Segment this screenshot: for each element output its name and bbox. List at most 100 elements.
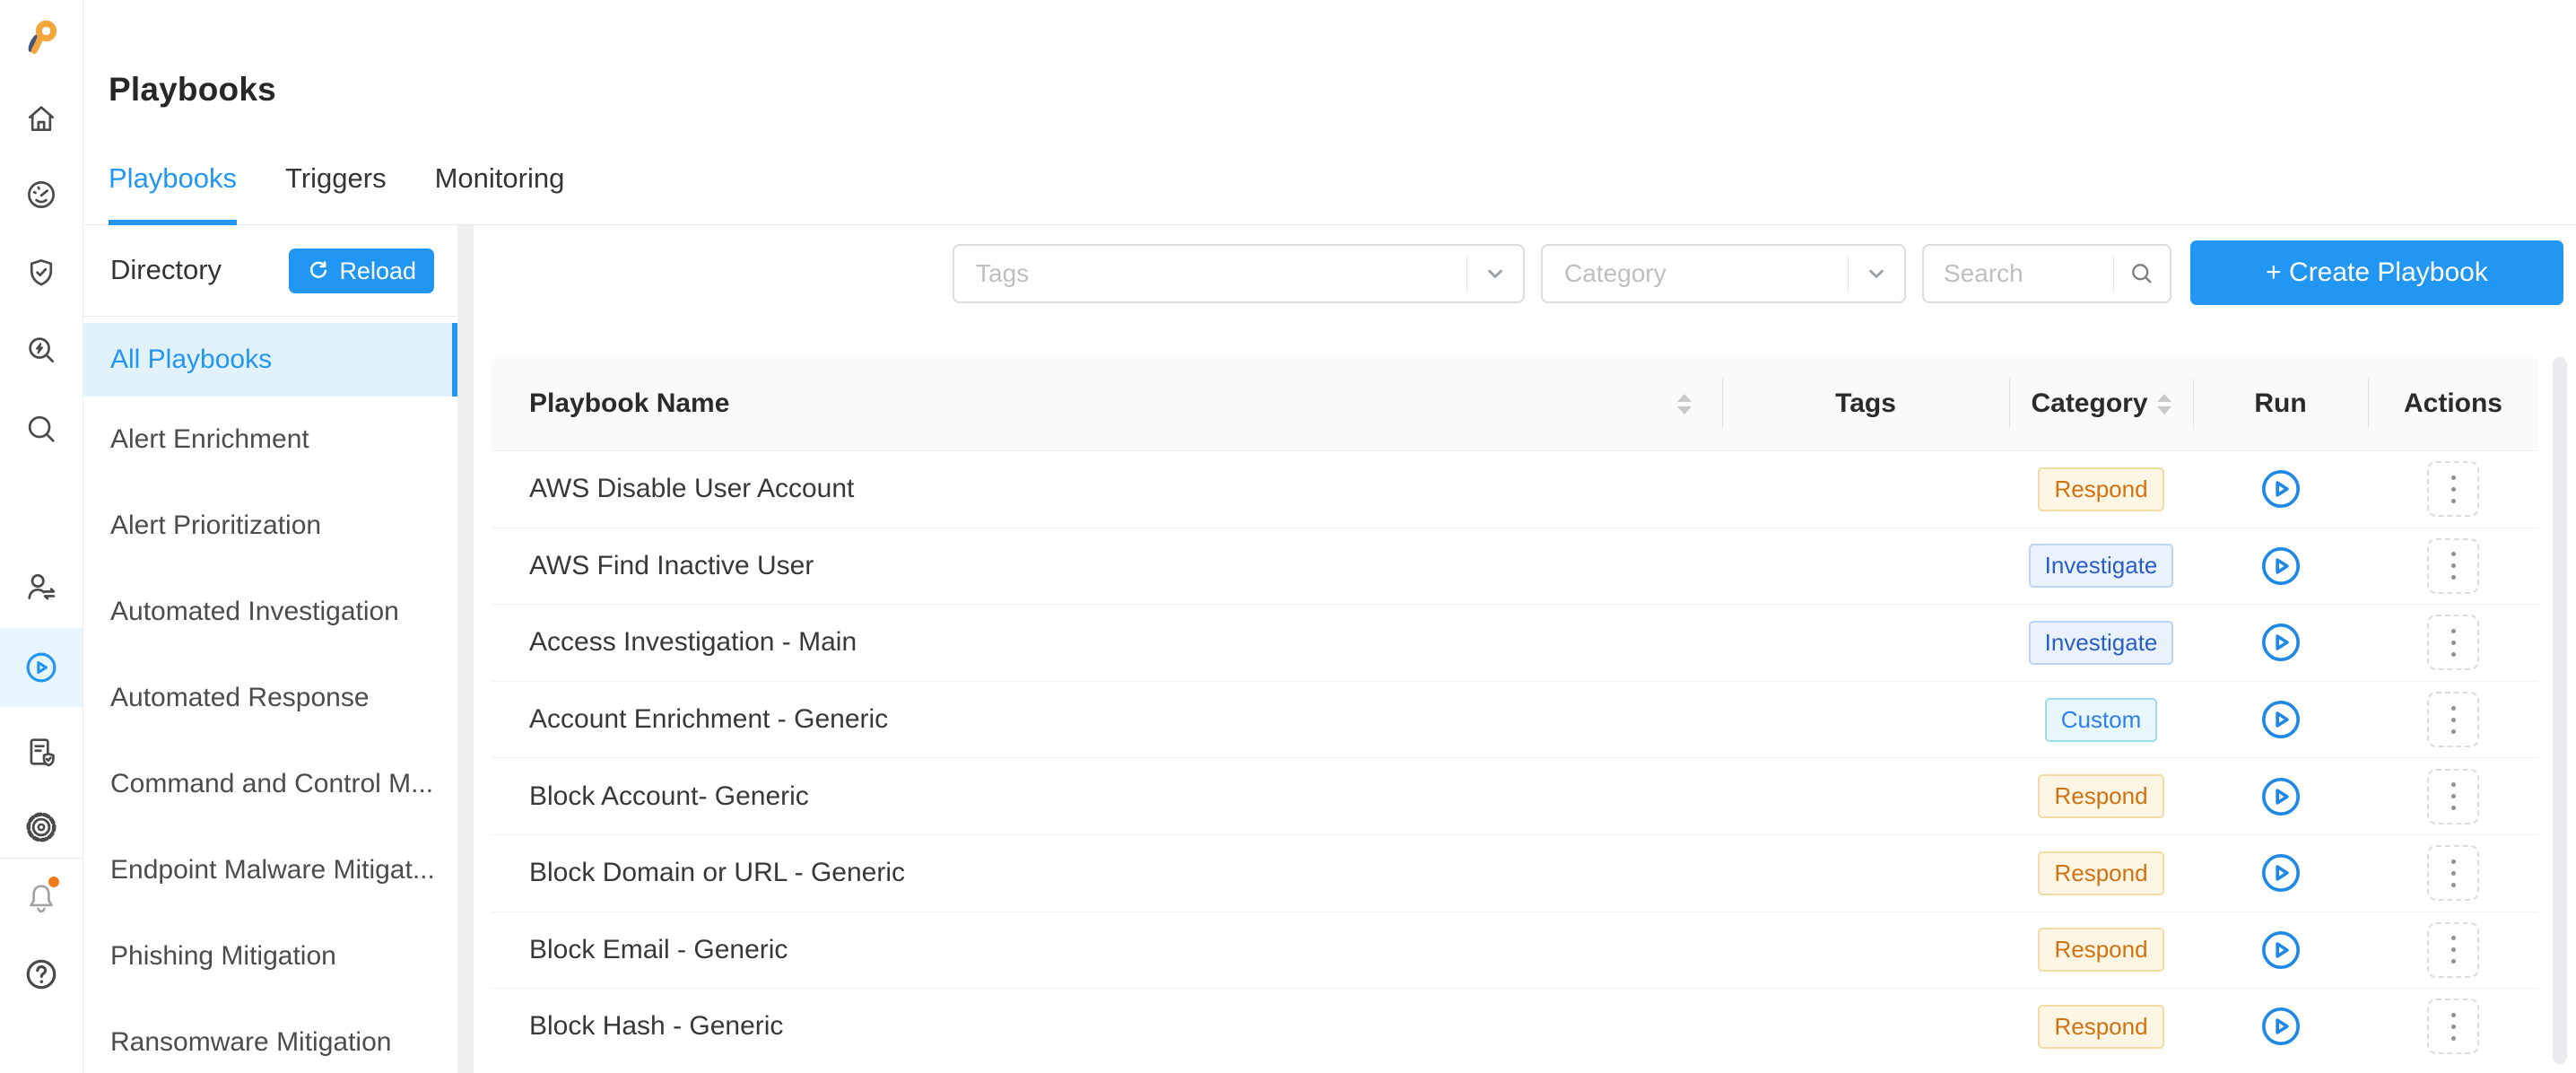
row-actions-button[interactable] [2427,538,2479,594]
directory-item-all-playbooks[interactable]: All Playbooks [83,323,457,397]
column-header-tags: Tags [1722,357,2009,450]
tags-filter-select[interactable]: Tags [953,244,1525,303]
playbook-name: Block Account- Generic [492,758,1722,834]
tab-monitoring[interactable]: Monitoring [435,162,565,225]
row-actions-button[interactable] [2427,999,2479,1054]
table-row[interactable]: AWS Disable User Account Respond [492,450,2538,528]
play-circle-icon [2260,776,2302,817]
run-play-button[interactable] [2260,622,2302,663]
playbooks-page: Playbooks Playbooks Triggers Monitoring … [0,0,2576,1073]
run-play-button[interactable] [2260,852,2302,894]
directory-item[interactable]: Alert Prioritization [83,483,457,569]
page-title: Playbooks [109,71,276,109]
tags-cell [1722,758,2009,834]
sidebar-item-playbooks[interactable] [22,648,61,687]
sidebar-item-dashboard[interactable] [22,175,61,214]
directory-item[interactable]: Command and Control M... [83,741,457,827]
app-logo [22,16,61,56]
playbooks-table: Playbook Name Tags Category Run Actions [492,357,2538,1065]
directory-item[interactable]: Automated Response [83,655,457,741]
search-icon [24,412,58,446]
table-row[interactable]: Block Hash - Generic Respond [492,988,2538,1065]
column-header-actions: Actions [2368,357,2538,450]
tab-playbooks[interactable]: Playbooks [109,162,237,225]
sidebar-divider [0,858,83,859]
run-play-button[interactable] [2260,776,2302,817]
tags-filter-placeholder: Tags [954,259,1466,288]
tags-cell [1722,835,2009,912]
sort-icon[interactable] [1677,394,1692,414]
playbook-name: Block Hash - Generic [492,989,1722,1065]
category-badge: Respond [2038,928,2163,972]
audit-document-icon [24,735,58,769]
table-row[interactable]: Block Email - Generic Respond [492,912,2538,989]
row-actions-button[interactable] [2427,692,2479,747]
row-actions-button[interactable] [2427,922,2479,978]
playbook-name: AWS Disable User Account [492,451,1722,528]
logo-icon [22,15,61,57]
help-question-icon [24,957,58,991]
table-row[interactable]: Access Investigation - Main Investigate [492,604,2538,681]
directory-item[interactable]: Endpoint Malware Mitigat... [83,827,457,913]
run-play-button[interactable] [2260,699,2302,740]
directory-item[interactable]: Alert Enrichment [83,397,457,483]
sidebar-item-home[interactable] [22,99,61,138]
sidebar-item-compliance[interactable] [22,253,61,292]
playbook-name: Access Investigation - Main [492,605,1722,681]
table-row[interactable]: Block Account- Generic Respond [492,757,2538,834]
directory-item[interactable]: Phishing Mitigation [83,913,457,999]
sidebar-item-investigation[interactable] [22,330,61,370]
directory-list: All Playbooks Alert Enrichment Alert Pri… [83,317,457,1073]
column-header-playbook-name[interactable]: Playbook Name [492,357,1722,450]
table-row[interactable]: Account Enrichment - Generic Custom [492,681,2538,758]
play-circle-icon [2260,468,2302,510]
row-actions-button[interactable] [2427,769,2479,824]
create-playbook-button[interactable]: + Create Playbook [2190,240,2563,305]
sidebar-item-help[interactable] [22,955,61,994]
directory-header: Directory Reload [83,225,457,317]
notification-dot [48,877,59,887]
category-badge: Investigate [2029,544,2174,588]
sidebar-item-settings[interactable] [22,807,61,847]
sidebar [0,0,83,1073]
row-actions-button[interactable] [2427,461,2479,517]
threat-search-icon [24,333,58,367]
playbooks-play-icon [24,650,58,685]
category-badge: Respond [2038,467,2163,511]
shield-check-icon [24,256,58,290]
settings-gear-icon [24,810,58,844]
play-circle-icon [2260,545,2302,587]
playbook-name: Block Domain or URL - Generic [492,835,1722,912]
row-actions-button[interactable] [2427,615,2479,670]
directory-item[interactable]: Ransomware Mitigation [83,999,457,1073]
tags-filter-arrow-zone[interactable] [1466,257,1523,291]
sidebar-item-notifications[interactable] [22,878,61,918]
table-row[interactable]: AWS Find Inactive User Investigate [492,528,2538,605]
tags-cell [1722,451,2009,528]
directory-item[interactable]: Automated Investigation [83,569,457,655]
tags-cell [1722,912,2009,989]
search-input[interactable] [1924,258,2113,289]
category-badge: Respond [2038,851,2163,895]
reload-button[interactable]: Reload [289,249,434,293]
main-content: Tags Category + Create Playbook [474,225,2576,1073]
sidebar-item-search[interactable] [22,409,61,449]
run-play-button[interactable] [2260,1006,2302,1047]
category-filter-select[interactable]: Category [1541,244,1906,303]
search-submit-zone[interactable] [2113,257,2170,291]
table-row[interactable]: Block Domain or URL - Generic Respond [492,834,2538,912]
category-badge: Respond [2038,1005,2163,1049]
play-circle-icon [2260,699,2302,740]
sidebar-item-user-management[interactable] [22,567,61,606]
column-header-category[interactable]: Category [2009,357,2193,450]
run-play-button[interactable] [2260,545,2302,587]
run-play-button[interactable] [2260,929,2302,971]
sort-icon[interactable] [2157,394,2171,414]
row-actions-button[interactable] [2427,845,2479,901]
tab-triggers[interactable]: Triggers [285,162,387,225]
sidebar-item-reports[interactable] [22,732,61,772]
run-play-button[interactable] [2260,468,2302,510]
directory-title: Directory [110,254,222,286]
category-filter-arrow-zone[interactable] [1848,257,1904,291]
table-scrollbar[interactable] [2553,357,2567,1064]
